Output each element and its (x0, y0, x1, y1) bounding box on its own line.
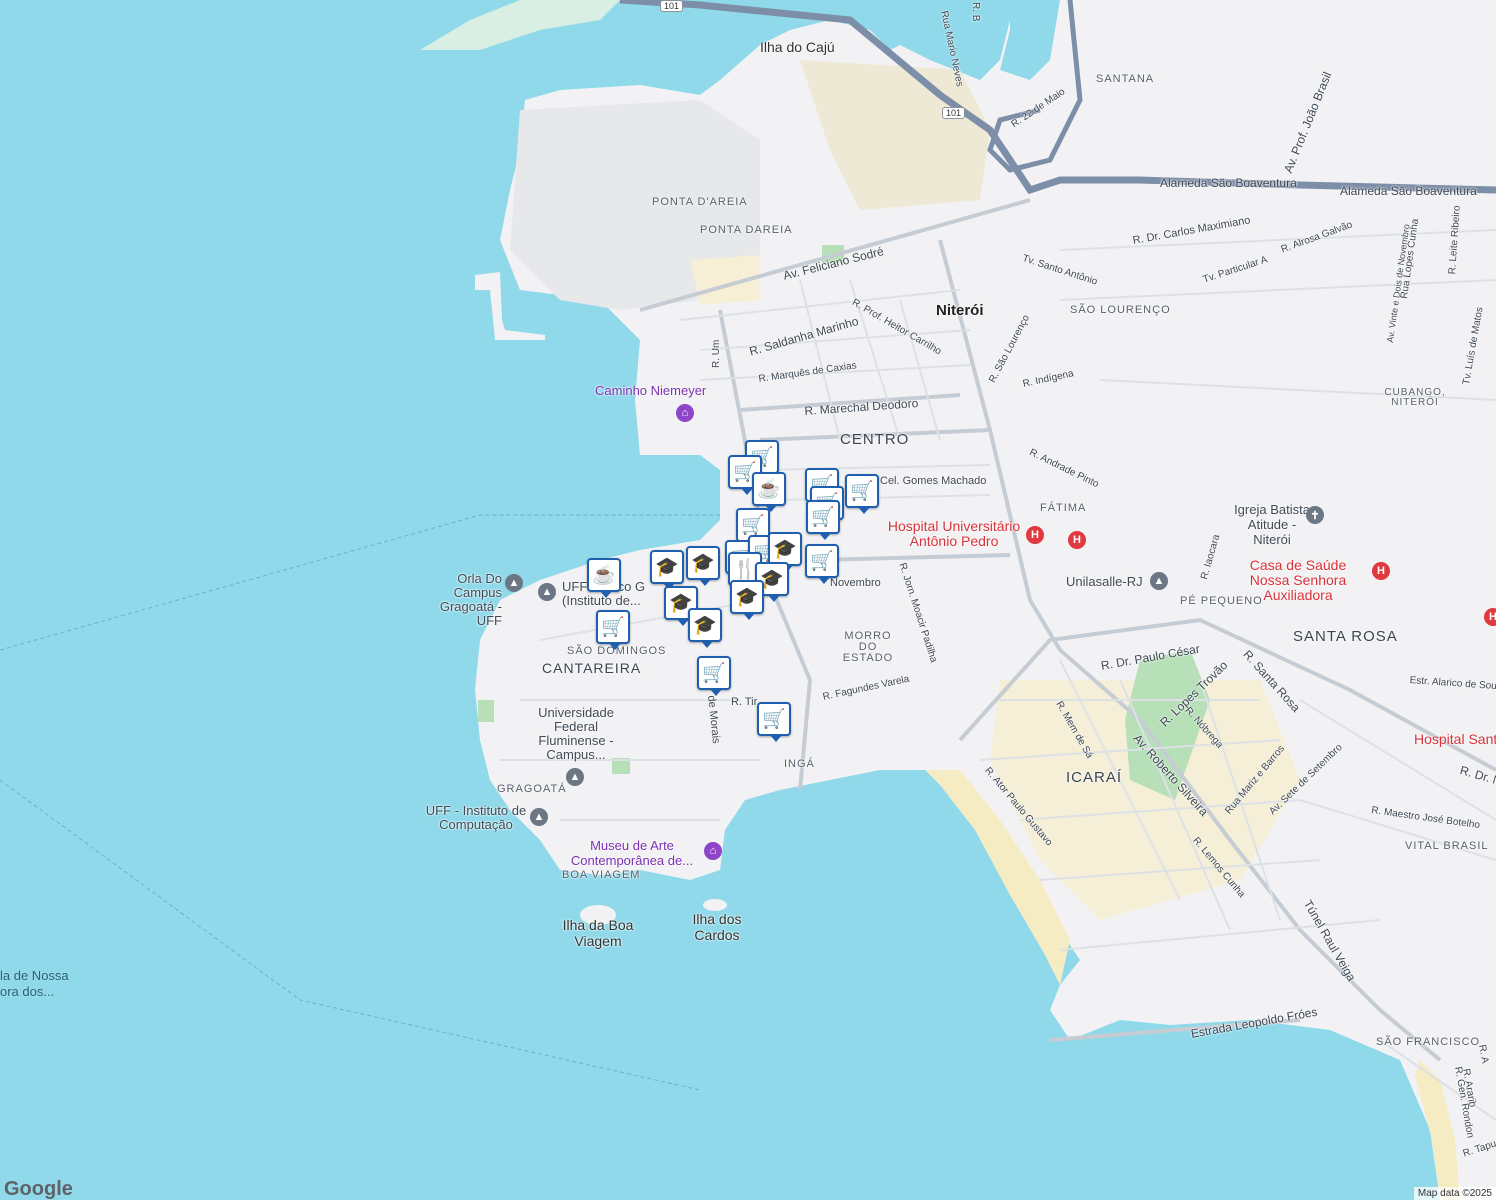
museum-icon[interactable]: ⌂ (676, 404, 694, 422)
road-r-b: R. B (970, 2, 981, 22)
poi-uff-computacao[interactable]: UFF - Instituto de Computação (424, 804, 528, 832)
hospital-icon[interactable]: H (1372, 562, 1390, 580)
district-label-icarai: ICARAÍ (1066, 769, 1123, 786)
road-r-a: R. A (1476, 1043, 1491, 1065)
graduation-cap-icon: 🎓 (691, 552, 715, 574)
district-label-fatima: FÁTIMA (1040, 502, 1087, 514)
cafe-marker[interactable]: ☕ (587, 558, 621, 598)
district-label-santana: SANTANA (1096, 73, 1155, 85)
island-label-caju: Ilha do Cajú (760, 39, 835, 55)
district-label-ponta-dareia: PONTA DAREIA (700, 224, 793, 236)
poi-casa-saude[interactable]: Casa de Saúde Nossa Senhora Auxiliadora (1228, 558, 1368, 603)
poi-hospital-antonio-pedro[interactable]: Hospital Universitário Antônio Pedro (884, 519, 1024, 549)
highway-shield-101: 101 (942, 107, 966, 119)
shopping-cart-marker[interactable]: 🛒 (596, 610, 630, 650)
school-marker[interactable]: 🎓 (730, 580, 764, 620)
coffee-cup-icon: ☕ (757, 478, 781, 500)
school-icon[interactable]: ▲ (530, 808, 548, 826)
school-marker[interactable]: 🎓 (686, 546, 720, 586)
school-marker[interactable]: 🎓 (768, 532, 802, 572)
district-label-cantareira: CANTAREIRA (542, 660, 642, 676)
school-icon[interactable]: ▲ (538, 583, 556, 601)
cart-icon: 🛒 (702, 662, 726, 684)
park-2 (478, 700, 494, 722)
district-label-boa-viagem: BOA VIAGEM (562, 869, 641, 881)
cart-icon: 🛒 (601, 616, 625, 638)
cafe-marker[interactable]: ☕ (752, 472, 786, 512)
water-label-2: ora dos... (0, 984, 55, 999)
district-label-sao-francisco: SÃO FRANCISCO (1376, 1036, 1481, 1048)
cart-icon: 🛒 (811, 506, 835, 528)
road-sao-boaventura-1: Alameda São Boaventura (1160, 176, 1297, 190)
shopping-cart-marker[interactable]: 🛒 (757, 702, 791, 742)
school-icon[interactable]: ▲ (566, 768, 584, 786)
highway-shield-101: 101 (660, 0, 684, 12)
school-marker[interactable]: 🎓 (650, 550, 684, 590)
graduation-cap-icon: 🎓 (655, 556, 679, 578)
island-label-boa-viagem: Ilha da Boa Viagem (562, 917, 634, 949)
poi-museu-arte[interactable]: Museu de Arte Contemporânea de... (566, 838, 698, 868)
poi-orla-campus[interactable]: Orla Do Campus Gragoatá - UFF (420, 572, 502, 628)
google-logo: Google (4, 1178, 73, 1200)
road-sao-boaventura-2: Alameda São Boaventura (1340, 184, 1477, 198)
fork-knife-icon: 🍴 (733, 558, 757, 580)
graduation-cap-icon: 🎓 (693, 614, 717, 636)
poi-hospital-right[interactable]: Hospital Sant (1414, 732, 1496, 746)
hospital-icon[interactable]: H (1026, 526, 1044, 544)
cart-icon: 🛒 (850, 480, 874, 502)
museum-icon[interactable]: ⌂ (704, 842, 722, 860)
shopping-cart-marker[interactable]: 🛒 (697, 656, 731, 696)
school-icon[interactable]: ▲ (1150, 572, 1168, 590)
poi-igreja-batista[interactable]: Igreja Batista Atitude - Niterói (1232, 502, 1312, 547)
poi-caminho-niemeyer[interactable]: Caminho Niemeyer (595, 384, 706, 397)
road-r-um: R. Um (711, 339, 722, 368)
road-gomes-machado: Cel. Gomes Machado (880, 475, 987, 487)
map-attribution[interactable]: Map data ©2025 (1413, 1187, 1496, 1200)
graduation-cap-icon: 🎓 (735, 586, 759, 608)
island-label-cardos: Ilha dos Cardos (692, 911, 742, 943)
district-label-gragoata: GRAGOATÁ (497, 783, 567, 795)
water-label-1: la de Nossa (0, 968, 69, 983)
island-cardos (703, 899, 727, 911)
school-icon[interactable]: ▲ (505, 574, 523, 592)
district-label-cubango: CUBANGO, NITERÓI (1384, 387, 1446, 408)
hospital-icon[interactable]: H (1068, 531, 1086, 549)
district-label-morro-do-estado: MORRO DO ESTADO (842, 630, 894, 664)
coffee-cup-icon: ☕ (592, 564, 616, 586)
cart-icon: 🛒 (810, 550, 834, 572)
shopping-cart-marker[interactable]: 🛒 (805, 544, 839, 584)
district-label-inga: INGÁ (784, 758, 815, 770)
poi-universidade-federal[interactable]: Universidade Federal Fluminense - Campus… (530, 706, 622, 762)
church-icon[interactable]: ✝ (1306, 506, 1324, 524)
land-north-strip (420, 0, 620, 50)
district-label-santa-rosa: SANTA ROSA (1293, 628, 1398, 645)
district-label-sao-lourenco: SÃO LOURENÇO (1070, 304, 1171, 316)
shopping-cart-marker[interactable]: 🛒 (845, 474, 879, 514)
district-label-ponta-d-areia: PONTA D'AREIA (652, 196, 748, 208)
poi-unilasalle[interactable]: Unilasalle-RJ (1066, 575, 1143, 588)
map-canvas[interactable]: Ilha do Cajú PONTA D'AREIA PONTA DAREIA … (0, 0, 1496, 1200)
school-marker[interactable]: 🎓 (688, 608, 722, 648)
hospital-icon[interactable]: H (1484, 608, 1496, 626)
cart-icon: 🛒 (741, 514, 765, 536)
shopping-cart-marker[interactable]: 🛒 (806, 500, 840, 540)
city-label-niteroi: Niterói (936, 302, 984, 319)
district-label-vital-brasil: VITAL BRASIL (1405, 840, 1489, 852)
road-novembro: Novembro (830, 577, 881, 589)
district-label-centro: CENTRO (840, 431, 910, 448)
cart-icon: 🛒 (762, 708, 786, 730)
graduation-cap-icon: 🎓 (773, 538, 797, 560)
